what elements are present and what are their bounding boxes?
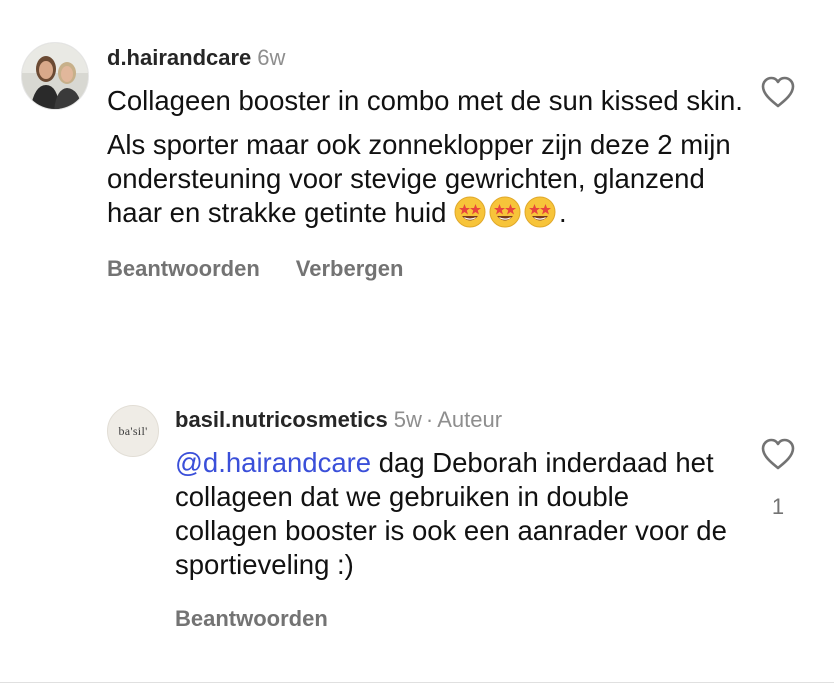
timestamp: 5w bbox=[393, 407, 422, 432]
like-button[interactable] bbox=[760, 75, 796, 109]
star-struck-icon bbox=[524, 196, 556, 228]
comment-paragraph: Collageen booster in combo met de sun ki… bbox=[107, 85, 743, 116]
timestamp: 6w bbox=[257, 45, 286, 70]
comment-text: Collageen booster in combo met de sun ki… bbox=[107, 84, 747, 230]
comment-header: basil.nutricosmetics 5w · Auteur bbox=[175, 406, 735, 434]
comment-text: @d.hairandcare dag Deborah inderdaad het… bbox=[175, 446, 735, 582]
comment-trailing-text: . bbox=[559, 197, 567, 228]
comment-paragraph-text: Als sporter maar ook zonneklopper zijn d… bbox=[107, 129, 731, 228]
like-button[interactable] bbox=[760, 437, 796, 471]
brand-logo: ba'sil' bbox=[118, 423, 148, 438]
comment-actions: Beantwoorden bbox=[175, 606, 735, 632]
comment-actions: Beantwoorden Verbergen bbox=[107, 256, 747, 282]
heart-outline-icon bbox=[761, 76, 795, 108]
comment-header: d.hairandcare 6w bbox=[107, 44, 747, 72]
star-struck-icon bbox=[454, 196, 486, 228]
heart-outline-icon bbox=[761, 438, 795, 470]
reply-button[interactable]: Beantwoorden bbox=[175, 606, 328, 632]
avatar-photo-icon bbox=[22, 43, 88, 109]
avatar[interactable]: ba'sil' bbox=[107, 405, 159, 457]
comment-paragraph: Als sporter maar ook zonneklopper zijn d… bbox=[107, 128, 747, 230]
avatar[interactable] bbox=[21, 42, 89, 110]
author-badge: Auteur bbox=[437, 407, 503, 432]
reply-comment: basil.nutricosmetics 5w · Auteur @d.hairand… bbox=[175, 406, 735, 632]
hide-button[interactable]: Verbergen bbox=[296, 256, 404, 282]
mention-link[interactable]: @d.hairandcare bbox=[175, 447, 371, 478]
reply-button[interactable]: Beantwoorden bbox=[107, 256, 260, 282]
comment: d.hairandcare 6w Collageen booster in com… bbox=[107, 44, 747, 282]
star-struck-icon bbox=[489, 196, 521, 228]
username[interactable]: d.hairandcare bbox=[107, 45, 251, 70]
divider bbox=[0, 682, 834, 683]
username[interactable]: basil.nutricosmetics bbox=[175, 407, 388, 432]
comment-paragraph: @d.hairandcare dag Deborah inderdaad het… bbox=[175, 446, 735, 582]
separator: · bbox=[425, 407, 434, 432]
like-count[interactable]: 1 bbox=[768, 494, 788, 520]
